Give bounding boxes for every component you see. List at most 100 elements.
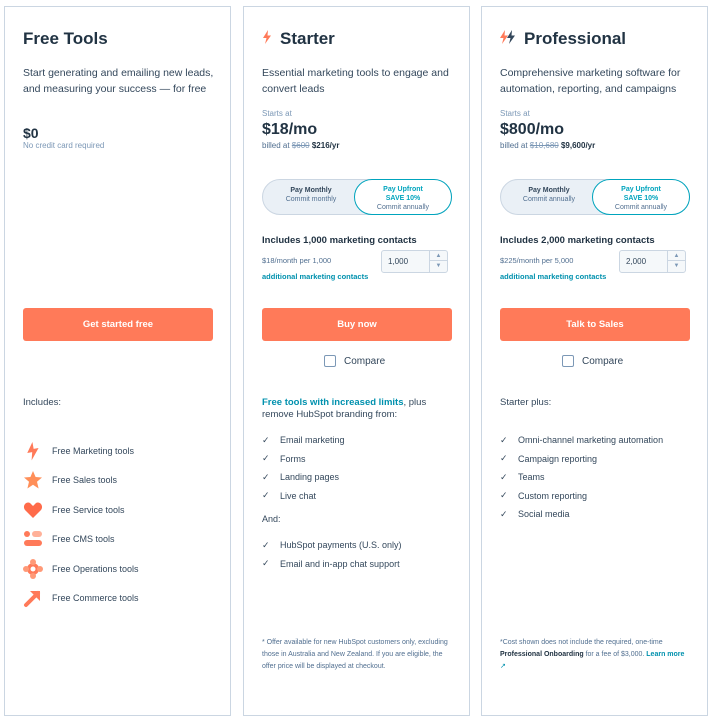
list-item: Free Commerce tools <box>23 584 139 614</box>
footnote-text: *Cost shown does not include the require… <box>500 639 663 646</box>
additional-contacts-link[interactable]: additional marketing contacts <box>500 272 606 281</box>
billed-prefix: billed at <box>262 141 290 150</box>
check-icon: ✓ <box>500 490 508 501</box>
list-item: Free CMS tools <box>23 525 139 555</box>
list-item: ✓ Teams <box>500 468 700 487</box>
check-icon: ✓ <box>262 453 270 464</box>
tool-label: Free Marketing tools <box>52 445 135 456</box>
list-item: ✓ Landing pages <box>262 468 462 487</box>
plan-description: Comprehensive marketing software for aut… <box>500 67 681 95</box>
free-tools-link[interactable]: Free tools with increased limits <box>262 397 403 408</box>
chevron-up-icon[interactable]: ▲ <box>668 251 685 261</box>
price-note: No credit card required <box>23 141 105 150</box>
contacts-stepper[interactable]: 2,000 ▲ ▼ <box>619 250 686 273</box>
additional-contacts-link[interactable]: additional marketing contacts <box>262 272 368 281</box>
tool-label: Free Service tools <box>52 504 125 515</box>
toggle-left-sub: Commit annually <box>522 196 576 203</box>
starter-card: Starter Essential marketing tools to eng… <box>243 6 470 716</box>
pay-upfront-option[interactable]: Pay Upfront SAVE 10% Commit annually <box>354 179 452 215</box>
billed-note: billed at $600 $216/yr <box>262 141 339 150</box>
compare-checkbox-row[interactable]: Compare <box>324 355 385 367</box>
footnote-bold: Professional Onboarding <box>500 651 584 658</box>
compare-checkbox-row[interactable]: Compare <box>562 355 623 367</box>
includes-heading: Starter plus: <box>500 397 552 408</box>
plan-price: $18/mo <box>262 121 318 138</box>
buy-now-button[interactable]: Buy now <box>262 308 452 341</box>
plan-title-text: Professional <box>524 29 627 48</box>
list-item: ✓ Email marketing <box>262 431 462 450</box>
talk-to-sales-button[interactable]: Talk to Sales <box>500 308 690 341</box>
tool-label: Free Commerce tools <box>52 593 139 604</box>
list-item: Free Marketing tools <box>23 436 139 466</box>
toggle-right-save: SAVE 10% <box>623 195 659 202</box>
billed-note: billed at $10,680 $9,600/yr <box>500 141 595 150</box>
toggle-right-title: Pay Upfront <box>383 186 423 193</box>
toggle-right-save: SAVE 10% <box>385 195 421 202</box>
contacts-rate-text: $225/month per 5,000 <box>500 256 574 265</box>
learn-more-link[interactable]: Learn more <box>646 651 684 658</box>
tool-label: Free Operations tools <box>52 563 139 574</box>
chevron-down-icon[interactable]: ▼ <box>668 261 685 271</box>
list-item: ✓ Email and in-app chat support <box>262 555 462 574</box>
pay-monthly-option[interactable]: Pay Monthly Commit monthly <box>269 186 353 204</box>
toggle-left-sub: Commit monthly <box>285 196 337 203</box>
chevron-down-icon[interactable]: ▼ <box>430 261 447 271</box>
billing-toggle[interactable]: Pay Monthly Commit monthly Pay Upfront S… <box>262 179 452 215</box>
check-icon: ✓ <box>262 490 270 501</box>
footnote: * Offer available for new HubSpot custom… <box>262 639 448 670</box>
check-icon: ✓ <box>262 471 270 482</box>
contacts-rate: $225/month per 5,000 additional marketin… <box>500 253 608 285</box>
chevron-up-icon[interactable]: ▲ <box>430 251 447 261</box>
feature-label: Custom reporting <box>518 490 588 501</box>
plan-description: Essential marketing tools to engage and … <box>262 67 449 95</box>
billed-new-price: $216/yr <box>311 141 340 150</box>
starts-at-label: Starts at <box>500 109 530 118</box>
includes-heading: Free tools with increased limits, plus r… <box>262 397 460 421</box>
feature-label: Live chat <box>280 490 317 501</box>
toggle-left-title: Pay Monthly <box>290 187 332 194</box>
professional-bolt-icon <box>500 29 516 49</box>
compare-label: Compare <box>344 355 386 367</box>
tool-label: Free CMS tools <box>52 534 115 545</box>
contacts-title: Includes 2,000 marketing contacts <box>500 235 655 246</box>
feature-list: ✓ Email marketing ✓ Forms ✓ Landing pages ✓… <box>262 431 462 505</box>
contacts-title: Includes 1,000 marketing contacts <box>262 235 417 246</box>
plan-title: Professional <box>500 29 626 49</box>
plan-title-text: Free Tools <box>23 29 108 48</box>
pay-upfront-option[interactable]: Pay Upfront SAVE 10% Commit annually <box>592 179 690 215</box>
list-item: ✓ Custom reporting <box>500 487 700 506</box>
plan-title: Free Tools <box>23 29 108 49</box>
list-item: ✓ Social media <box>500 505 700 524</box>
list-item: ✓ Forms <box>262 450 462 469</box>
compare-checkbox[interactable] <box>562 355 574 367</box>
pay-monthly-option[interactable]: Pay Monthly Commit annually <box>507 186 591 204</box>
plan-title-text: Starter <box>280 29 335 48</box>
operations-hub-icon <box>23 558 43 579</box>
feature-label: Campaign reporting <box>518 453 598 464</box>
service-hub-icon <box>23 500 43 520</box>
stepper-value[interactable]: 2,000 <box>626 257 646 266</box>
list-item: ✓ Live chat <box>262 487 462 506</box>
tool-label: Free Sales tools <box>52 475 118 486</box>
commerce-hub-icon <box>23 588 43 608</box>
toggle-right-title: Pay Upfront <box>621 186 661 193</box>
feature-label: Social media <box>518 509 570 520</box>
contacts-rate: $18/month per 1,000 additional marketing… <box>262 253 370 285</box>
compare-label: Compare <box>582 355 624 367</box>
external-link-icon[interactable]: ↗ <box>500 663 506 670</box>
toggle-left-title: Pay Monthly <box>528 187 570 194</box>
includes-label: Includes: <box>23 397 62 408</box>
list-item: ✓ Campaign reporting <box>500 450 700 469</box>
feature-label: Landing pages <box>280 472 340 483</box>
contacts-stepper[interactable]: 1,000 ▲ ▼ <box>381 250 448 273</box>
compare-checkbox[interactable] <box>324 355 336 367</box>
free-tools-list: Free Marketing tools Free Sales tools Fr… <box>23 436 139 613</box>
stepper-buttons: ▲ ▼ <box>429 251 447 272</box>
list-item: Free Sales tools <box>23 466 139 496</box>
check-icon: ✓ <box>262 434 270 445</box>
stepper-value[interactable]: 1,000 <box>388 257 408 266</box>
billing-toggle[interactable]: Pay Monthly Commit annually Pay Upfront … <box>500 179 690 215</box>
get-started-free-button[interactable]: Get started free <box>23 308 213 341</box>
list-item: Free Operations tools <box>23 554 139 584</box>
feature-label: HubSpot payments (U.S. only) <box>280 540 402 551</box>
